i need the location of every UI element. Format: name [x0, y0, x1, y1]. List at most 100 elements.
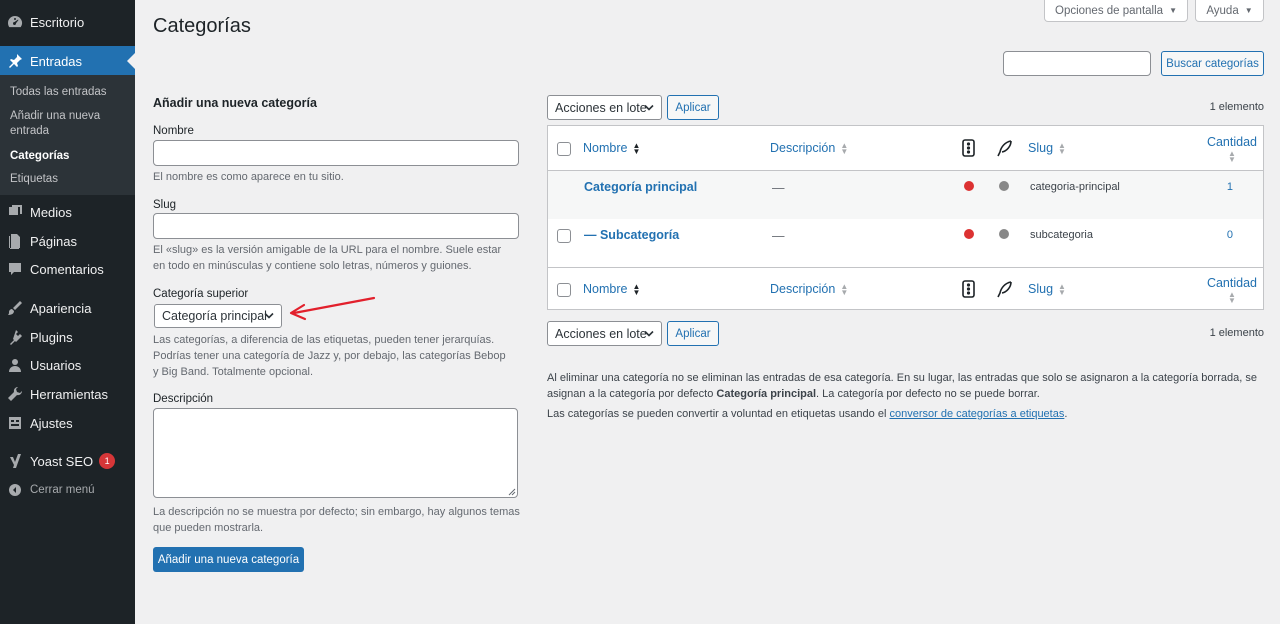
row-checkbox[interactable] [557, 229, 571, 243]
category-count-link[interactable]: 1 [1227, 181, 1233, 193]
collapse-label: Cerrar menú [30, 484, 95, 496]
description-help: La descripción no se muestra por defecto… [153, 506, 520, 534]
sort-icon: ▲ ▼ [632, 140, 641, 156]
pin-icon [0, 53, 30, 69]
items-count-top: 1 elemento [1209, 101, 1264, 113]
select-all-checkbox[interactable] [557, 283, 571, 297]
parent-help: Las categorías, a diferencia de las etiq… [153, 334, 506, 378]
form-heading: Añadir una nueva categoría [153, 96, 317, 110]
category-name-link[interactable]: Categoría principal [584, 180, 697, 194]
sidebar-item-ajustes[interactable]: Ajustes [0, 408, 135, 438]
sidebar-item-comentarios[interactable]: Comentarios [0, 254, 135, 284]
sort-icon: ▲ ▼ [632, 281, 641, 297]
collapse-menu-button[interactable]: Cerrar menú [0, 475, 135, 505]
column-name-label: Nombre [583, 282, 628, 296]
sidebar-item-paginas[interactable]: Páginas [0, 226, 135, 256]
column-description-label: Descripción [770, 141, 836, 155]
column-description-header[interactable]: Descripción ▲ ▼ [770, 141, 848, 155]
bulk-actions-select-bottom[interactable]: Acciones en lote [547, 321, 662, 346]
parent-category-select[interactable]: Categoría principal [154, 304, 282, 328]
sidebar-item-usuarios[interactable]: Usuarios [0, 350, 135, 380]
sidebar-item-label: Medios [30, 204, 72, 220]
slug-field[interactable] [153, 213, 519, 239]
collapse-icon [0, 482, 30, 498]
submenu-anadir-entrada[interactable]: Añadir una nueva entrada [10, 109, 110, 139]
apply-button-bottom[interactable]: Aplicar [667, 321, 719, 346]
items-count-bottom: 1 elemento [1209, 327, 1264, 339]
sidebar-item-medios[interactable]: Medios [0, 197, 135, 227]
seo-score-dot [964, 229, 974, 239]
screen-options-label: Opciones de pantalla [1055, 4, 1164, 17]
description-field[interactable] [153, 408, 518, 498]
name-label: Nombre [153, 125, 194, 137]
convert-note-period: . [1064, 408, 1068, 420]
select-all-checkbox[interactable] [557, 142, 571, 156]
column-description-label: Descripción [770, 282, 836, 296]
column-slug-label: Slug [1028, 282, 1054, 296]
sidebar-item-herramientas[interactable]: Herramientas [0, 379, 135, 409]
sidebar-item-entradas[interactable]: Entradas [0, 46, 135, 76]
notification-badge: 1 [99, 453, 116, 469]
sidebar-item-label: Escritorio [30, 14, 85, 30]
tools-icon [0, 386, 30, 402]
sidebar-item-yoast[interactable]: Yoast SEO 1 [0, 446, 135, 476]
apply-button-top[interactable]: Aplicar [667, 95, 719, 120]
category-count-link[interactable]: 0 [1227, 229, 1233, 241]
resize-handle-icon[interactable] [508, 488, 516, 496]
sidebar-item-label: Apariencia [30, 300, 92, 316]
sidebar-item-plugins[interactable]: Plugins [0, 322, 135, 352]
table-footer-row: Nombre ▲ ▼ Descripción ▲ ▼ Slug ▲ ▼ Cantidad ▲ ▼ [548, 267, 1263, 312]
sidebar-item-label: Ajustes [30, 415, 73, 431]
category-slug: categoria-principal [1030, 181, 1120, 193]
sort-icon: ▲ ▼ [1228, 148, 1236, 164]
parent-label: Categoría superior [153, 288, 249, 300]
help-button[interactable]: Ayuda ▼ [1195, 0, 1264, 22]
plugins-icon [0, 329, 30, 345]
submenu-todas-entradas[interactable]: Todas las entradas [10, 85, 130, 100]
page-title: Categorías [153, 15, 251, 37]
column-name-footer[interactable]: Nombre ▲ ▼ [583, 282, 640, 296]
add-category-button[interactable]: Añadir una nueva categoría [153, 547, 304, 572]
sidebar-item-label: Comentarios [30, 261, 104, 277]
submenu-categorias[interactable]: Categorías [10, 149, 130, 164]
settings-icon [0, 415, 30, 431]
submenu-etiquetas[interactable]: Etiquetas [10, 172, 130, 187]
sidebar-item-label: Entradas [30, 53, 83, 69]
column-name-header[interactable]: Nombre ▲ ▼ [583, 141, 640, 155]
name-field[interactable] [153, 140, 519, 166]
screen-options-button[interactable]: Opciones de pantalla ▼ [1044, 0, 1188, 22]
column-description-footer[interactable]: Descripción ▲ ▼ [770, 282, 848, 296]
chevron-down-icon [264, 312, 274, 319]
sort-icon: ▲ ▼ [840, 140, 849, 156]
pages-icon [0, 233, 30, 249]
column-slug-header[interactable]: Slug ▲ ▼ [1028, 141, 1066, 155]
column-count-header[interactable]: Cantidad ▲ ▼ [1207, 135, 1257, 163]
readability-feather-icon [997, 281, 1012, 298]
bulk-actions-select-top[interactable]: Acciones en lote [547, 95, 662, 120]
column-count-footer[interactable]: Cantidad ▲ ▼ [1207, 276, 1257, 304]
description-label: Descripción [153, 393, 214, 405]
sidebar-item-label: Usuarios [30, 357, 82, 373]
delete-note: Al eliminar una categoría no se eliminan… [547, 370, 1264, 402]
readability-feather-icon [997, 140, 1012, 157]
seo-score-icon [962, 139, 975, 157]
search-input[interactable] [1003, 51, 1151, 76]
sidebar-item-label: Páginas [30, 233, 77, 249]
sidebar-item-label: Herramientas [30, 386, 109, 402]
column-slug-label: Slug [1028, 141, 1054, 155]
category-name-link[interactable]: — Subcategoría [584, 228, 679, 242]
caret-down-icon: ▼ [1244, 6, 1253, 15]
caret-down-icon: ▼ [1169, 6, 1177, 15]
bulk-actions-value: Acciones en lote [555, 100, 647, 115]
sidebar-item-escritorio[interactable]: Escritorio [0, 7, 135, 37]
dashboard-icon [0, 14, 30, 30]
convert-note: Las categorías se pueden convertir a vol… [547, 406, 1264, 422]
column-slug-footer[interactable]: Slug ▲ ▼ [1028, 282, 1066, 296]
sidebar-item-apariencia[interactable]: Apariencia [0, 293, 135, 323]
name-help: El nombre es como aparece en tu sitio. [153, 171, 344, 183]
sidebar-submenu: Todas las entradas Añadir una nueva entr… [0, 75, 135, 195]
category-converter-link[interactable]: conversor de categorías a etiquetas [889, 408, 1064, 420]
category-description: — [772, 229, 785, 243]
readability-score-dot [999, 229, 1009, 239]
search-categories-button[interactable]: Buscar categorías [1161, 51, 1264, 76]
